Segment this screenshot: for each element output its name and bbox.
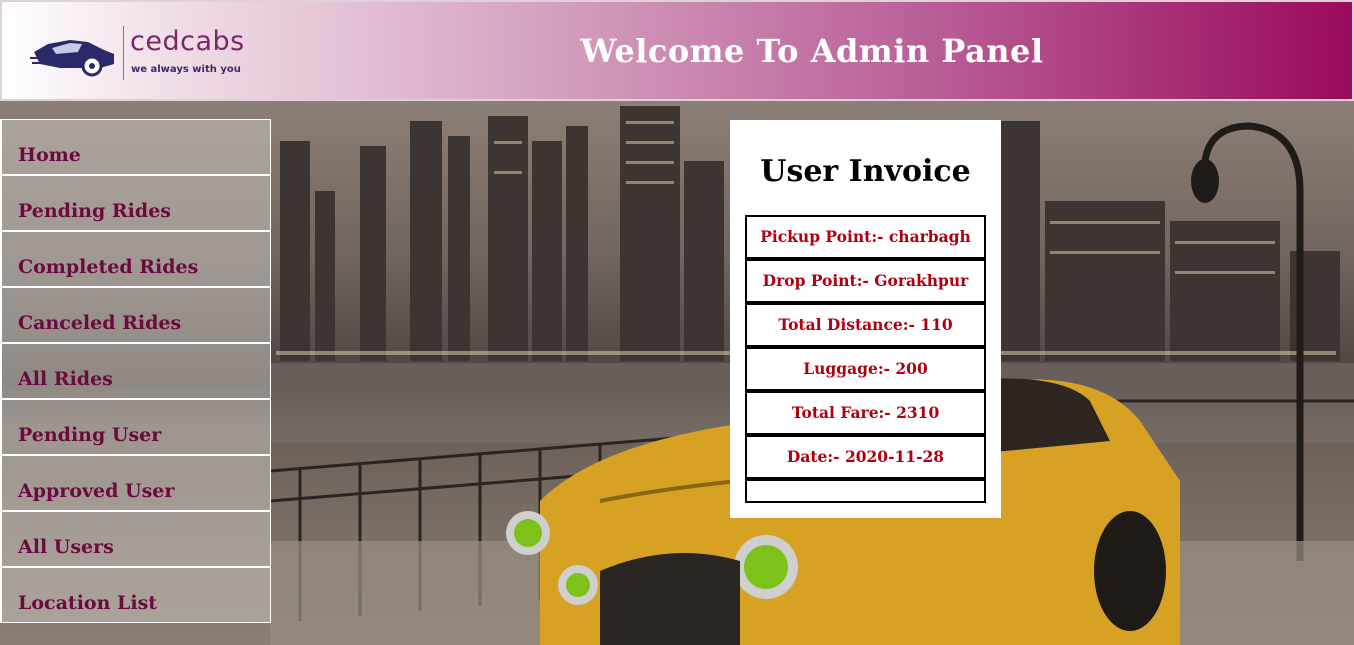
- sidebar-item-home[interactable]: Home: [0, 119, 271, 175]
- sidebar-item-all-rides[interactable]: All Rides: [0, 343, 271, 399]
- sidebar-item-pending-user[interactable]: Pending User: [0, 399, 271, 455]
- invoice-total-distance: Total Distance:- 110: [745, 303, 986, 347]
- sidebar-item-label: Canceled Rides: [18, 312, 182, 334]
- logo-divider: [123, 26, 124, 80]
- page-title: Welcome To Admin Panel: [580, 32, 1044, 70]
- sidebar-item-label: Completed Rides: [18, 256, 199, 278]
- sidebar-item-completed-rides[interactable]: Completed Rides: [0, 231, 271, 287]
- header-bar: cedcabs we always with you Welcome To Ad…: [0, 0, 1354, 101]
- sidebar-item-label: All Rides: [18, 368, 113, 390]
- invoice-pickup-point: Pickup Point:- charbagh: [745, 215, 986, 259]
- sidebar-item-label: Pending User: [18, 424, 162, 446]
- sidebar-item-approved-user[interactable]: Approved User: [0, 455, 271, 511]
- sidebar-item-label: Pending Rides: [18, 200, 171, 222]
- sidebar-item-location-list[interactable]: Location List: [0, 567, 271, 623]
- brand-name: cedcabs: [130, 26, 245, 57]
- invoice-empty-row: [745, 479, 986, 503]
- cedcabs-logo[interactable]: cedcabs we always with you: [30, 24, 266, 82]
- sidebar-item-label: Location List: [18, 592, 158, 614]
- invoice-drop-point: Drop Point:- Gorakhpur: [745, 259, 986, 303]
- sidebar-item-all-users[interactable]: All Users: [0, 511, 271, 567]
- sidebar-item-label: Home: [18, 144, 81, 166]
- sidebar-nav: Home Pending Rides Completed Rides Cance…: [0, 119, 271, 645]
- car-logo-icon: [30, 40, 114, 77]
- sidebar-item-pending-rides[interactable]: Pending Rides: [0, 175, 271, 231]
- invoice-total-fare: Total Fare:- 2310: [745, 391, 986, 435]
- sidebar-item-canceled-rides[interactable]: Canceled Rides: [0, 287, 271, 343]
- sidebar-item-label: All Users: [18, 536, 114, 558]
- brand-tagline: we always with you: [131, 64, 241, 75]
- user-invoice-card: User Invoice Pickup Point:- charbagh Dro…: [730, 120, 1001, 518]
- invoice-luggage: Luggage:- 200: [745, 347, 986, 391]
- invoice-date: Date:- 2020-11-28: [745, 435, 986, 479]
- invoice-title: User Invoice: [760, 154, 971, 189]
- sidebar-item-label: Approved User: [18, 480, 175, 502]
